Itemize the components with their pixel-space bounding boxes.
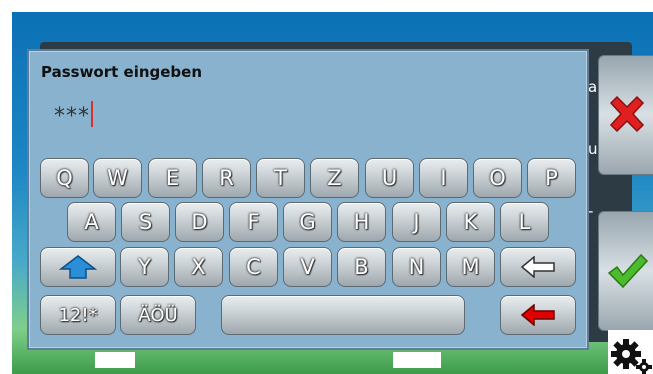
key-g[interactable]: G [283, 202, 332, 242]
gear-icon [611, 339, 652, 374]
settings-button[interactable] [608, 330, 653, 374]
shift-arrow-icon [58, 255, 98, 279]
key-b[interactable]: B [337, 247, 386, 287]
key-m[interactable]: M [446, 247, 495, 287]
key-d[interactable]: D [175, 202, 224, 242]
bottom-icon-files [393, 352, 441, 368]
key-i[interactable]: I [419, 158, 468, 198]
confirm-check-icon [607, 253, 648, 289]
space-key[interactable] [221, 295, 465, 335]
key-y[interactable]: Y [120, 247, 169, 287]
key-l[interactable]: L [500, 202, 549, 242]
cancel-button[interactable] [598, 55, 653, 175]
key-h[interactable]: H [337, 202, 386, 242]
key-c[interactable]: C [229, 247, 278, 287]
cancel-x-icon [609, 95, 644, 133]
top-edge [0, 0, 653, 12]
dialog-title: Passwort eingeben [41, 63, 203, 81]
shift-key[interactable] [40, 247, 116, 287]
key-e[interactable]: E [148, 158, 197, 198]
key-j[interactable]: J [392, 202, 441, 242]
key-x[interactable]: X [174, 247, 223, 287]
enter-arrow-icon [520, 304, 555, 326]
left-edge [0, 0, 12, 374]
key-f[interactable]: F [229, 202, 278, 242]
confirm-button[interactable] [598, 211, 653, 331]
key-a[interactable]: A [67, 202, 116, 242]
key-p[interactable]: P [527, 158, 576, 198]
password-dialog: Passwort eingeben *** Q W E R T Z U I O … [27, 49, 589, 350]
password-value: *** [54, 104, 90, 129]
key-r[interactable]: R [202, 158, 251, 198]
key-t[interactable]: T [256, 158, 305, 198]
bottom-icon-monitor [95, 352, 135, 368]
key-k[interactable]: K [446, 202, 495, 242]
key-z[interactable]: Z [310, 158, 359, 198]
enter-key[interactable] [500, 295, 576, 335]
key-s[interactable]: S [121, 202, 170, 242]
numbers-symbols-key[interactable]: 12!* [40, 295, 116, 335]
key-q[interactable]: Q [40, 158, 89, 198]
key-n[interactable]: N [392, 247, 441, 287]
backspace-arrow-icon [520, 256, 555, 278]
key-u[interactable]: U [365, 158, 414, 198]
backspace-key[interactable] [500, 247, 576, 287]
password-input[interactable]: *** [54, 101, 93, 129]
umlaut-key[interactable]: ÄÖÜ [120, 295, 196, 335]
key-o[interactable]: O [473, 158, 522, 198]
key-v[interactable]: V [283, 247, 332, 287]
text-caret [91, 101, 93, 127]
key-w[interactable]: W [93, 158, 142, 198]
